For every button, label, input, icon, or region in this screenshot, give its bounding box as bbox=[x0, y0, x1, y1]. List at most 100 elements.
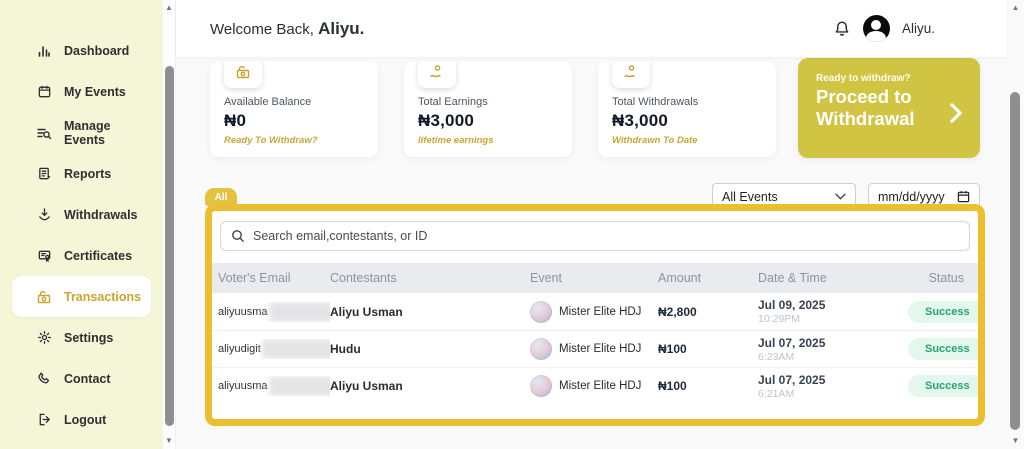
sidebar-item-label: Logout bbox=[64, 412, 107, 427]
col-date-time: Date & Time bbox=[758, 271, 827, 285]
sidebar-item-label: Reports bbox=[64, 166, 112, 181]
col-contestants: Contestants bbox=[330, 271, 397, 285]
sidebar-item-dashboard[interactable]: Dashboard bbox=[12, 30, 151, 71]
stat-sublabel: Withdrawn To Date bbox=[612, 135, 698, 146]
stat-sublabel: Ready To Withdraw? bbox=[224, 135, 318, 146]
event-cell: Mister Elite HDJ bbox=[530, 375, 658, 397]
table-row[interactable]: aliyuusma Aliyu Usman Mister Elite HDJ ₦… bbox=[212, 367, 978, 404]
chevron-right-icon bbox=[948, 102, 964, 129]
stat-card-total-earnings: Total Earnings ₦3,000 lifetime earnings bbox=[404, 61, 572, 157]
transactions-table: Voter's Email Contestants Event Amount D… bbox=[212, 263, 978, 404]
redacted-email-blur bbox=[268, 376, 330, 396]
sidebar-item-logout[interactable]: Logout bbox=[12, 399, 151, 440]
redacted-email-blur bbox=[261, 339, 330, 359]
calendar-icon bbox=[36, 84, 52, 100]
top-bar: Welcome Back, Aliyu. Aliyu. bbox=[176, 0, 1007, 57]
sidebar: Dashboard My Events Manage Events Report… bbox=[0, 0, 163, 449]
main-area: Welcome Back, Aliyu. Aliyu. Available Ba… bbox=[176, 0, 1007, 449]
scrollbar-thumb[interactable] bbox=[165, 66, 174, 426]
sidebar-item-label: Contact bbox=[64, 371, 111, 386]
stat-value: ₦0 bbox=[224, 111, 247, 130]
transactions-panel: Voter's Email Contestants Event Amount D… bbox=[205, 204, 985, 426]
proceed-to-withdrawal-card[interactable]: Ready to withdraw? Proceed to Withdrawal bbox=[798, 58, 980, 158]
stat-card-available-balance: Available Balance ₦0 Ready To Withdraw? bbox=[210, 61, 378, 157]
wallet-icon bbox=[224, 61, 262, 88]
stat-card-total-withdrawals: Total Withdrawals ₦3,000 Withdrawn To Da… bbox=[598, 61, 776, 157]
scroll-down-icon[interactable]: ▼ bbox=[163, 436, 175, 446]
search-list-icon bbox=[36, 125, 52, 141]
sidebar-item-certificates[interactable]: Certificates bbox=[12, 235, 151, 276]
contestant-cell: Aliyu Usman bbox=[330, 379, 403, 393]
search-input[interactable] bbox=[253, 229, 959, 243]
stat-value: ₦3,000 bbox=[612, 111, 669, 130]
table-header-row: Voter's Email Contestants Event Amount D… bbox=[212, 263, 978, 293]
amount-cell: ₦100 bbox=[658, 342, 687, 356]
report-icon bbox=[36, 166, 52, 182]
table-row[interactable]: aliyudigit Hudu Mister Elite HDJ ₦100 Ju… bbox=[212, 330, 978, 367]
welcome-user-name: Aliyu. bbox=[318, 18, 365, 38]
logout-icon bbox=[36, 412, 52, 428]
bell-icon[interactable] bbox=[833, 20, 851, 38]
search-icon bbox=[231, 229, 245, 243]
certificate-icon bbox=[36, 248, 52, 264]
event-avatar bbox=[530, 375, 552, 397]
scroll-up-icon[interactable]: ▲ bbox=[1007, 3, 1024, 13]
amount-cell: ₦100 bbox=[658, 379, 687, 393]
date-time-cell: Jul 07, 2025 6:21AM bbox=[758, 372, 826, 400]
event-avatar bbox=[530, 338, 552, 360]
sidebar-item-my-events[interactable]: My Events bbox=[12, 71, 151, 112]
voter-email-cell: aliyuusma bbox=[218, 376, 330, 396]
stat-sublabel: lifetime earnings bbox=[418, 135, 494, 146]
welcome-text: Welcome Back, Aliyu. bbox=[210, 18, 365, 38]
user-avatar[interactable] bbox=[862, 15, 890, 42]
sidebar-item-label: Settings bbox=[64, 330, 114, 345]
sidebar-item-manage-events[interactable]: Manage Events bbox=[12, 112, 151, 153]
hand-coin-icon bbox=[418, 61, 456, 88]
table-row[interactable]: aliyuusma Aliyu Usman Mister Elite HDJ ₦… bbox=[212, 293, 978, 330]
user-name: Aliyu. bbox=[901, 21, 935, 36]
redacted-email-blur bbox=[268, 301, 330, 322]
sidebar-item-transactions[interactable]: Transactions bbox=[12, 276, 151, 317]
stat-label: Total Earnings bbox=[418, 96, 488, 108]
voter-email-cell: aliyudigit bbox=[218, 339, 330, 359]
col-voters-email: Voter's Email bbox=[218, 271, 291, 285]
col-status: Status bbox=[928, 271, 964, 285]
event-avatar bbox=[530, 300, 552, 323]
status-badge: Success bbox=[908, 375, 978, 397]
sidebar-item-label: My Events bbox=[64, 84, 126, 99]
voter-email-cell: aliyuusma bbox=[218, 301, 330, 322]
status-cell: Success bbox=[908, 300, 978, 323]
scrollbar-thumb[interactable] bbox=[1010, 92, 1020, 430]
sidebar-item-label: Certificates bbox=[64, 248, 133, 263]
sidebar-item-contact[interactable]: Contact bbox=[12, 358, 151, 399]
event-cell: Mister Elite HDJ bbox=[530, 338, 658, 360]
col-event: Event bbox=[530, 271, 562, 285]
status-badge: Success bbox=[908, 338, 978, 360]
stat-label: Available Balance bbox=[224, 96, 312, 108]
date-time-cell: Jul 09, 2025 10:29PM bbox=[758, 298, 826, 325]
search-bar[interactable] bbox=[220, 221, 970, 251]
scroll-up-icon[interactable]: ▲ bbox=[163, 3, 175, 13]
sidebar-scrollbar[interactable]: ▲ ▼ bbox=[163, 0, 176, 449]
event-cell: Mister Elite HDJ bbox=[530, 300, 658, 323]
window-scrollbar[interactable]: ▲ ▼ bbox=[1007, 0, 1024, 449]
event-filter-value: All Events bbox=[722, 189, 778, 204]
dashboard-content: Available Balance ₦0 Ready To Withdraw? … bbox=[176, 57, 1007, 449]
status-cell: Success bbox=[908, 375, 978, 397]
sidebar-item-label: Transactions bbox=[64, 289, 142, 304]
phone-icon bbox=[36, 371, 52, 387]
date-time-cell: Jul 07, 2025 6:23AM bbox=[758, 335, 826, 363]
sidebar-item-label: Dashboard bbox=[64, 43, 130, 58]
amount-cell: ₦2,800 bbox=[658, 304, 697, 319]
withdraw-icon bbox=[36, 207, 52, 223]
scroll-down-icon[interactable]: ▼ bbox=[1007, 436, 1024, 446]
sidebar-item-settings[interactable]: Settings bbox=[12, 317, 151, 358]
sidebar-item-reports[interactable]: Reports bbox=[12, 153, 151, 194]
tab-all[interactable]: All bbox=[205, 188, 237, 206]
cash-icon bbox=[36, 289, 52, 305]
calendar-icon bbox=[957, 190, 970, 203]
date-filter-value: mm/dd/yyyy bbox=[878, 189, 945, 204]
sidebar-item-withdrawals[interactable]: Withdrawals bbox=[12, 194, 151, 235]
gear-icon bbox=[36, 330, 52, 346]
withdraw-eyebrow: Ready to withdraw? bbox=[816, 73, 911, 84]
